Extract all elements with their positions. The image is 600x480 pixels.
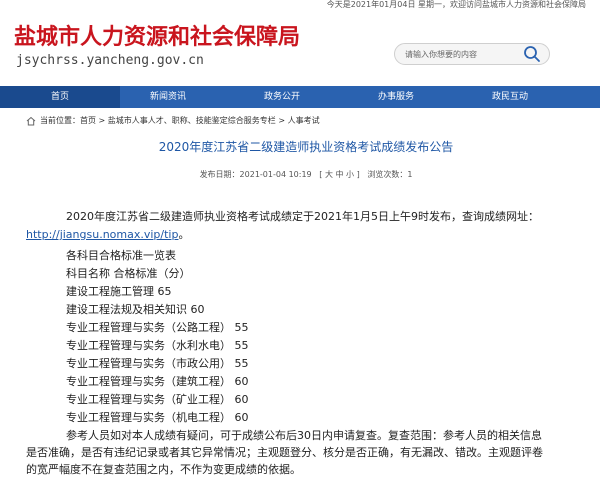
breadcrumb: 当前位置：首页 > 盐城市人事人才、职称、技能鉴定综合服务专栏 > 人事考试 (26, 114, 586, 132)
site-header: 盐城市人力资源和社会保障局 jsychrss.yancheng.gov.cn (0, 9, 600, 76)
breadcrumb-text[interactable]: 当前位置：首页 > 盐城市人事人才、职称、技能鉴定综合服务专栏 > 人事考试 (40, 115, 320, 126)
nav-item-gov-affairs[interactable]: 政务公开 (222, 86, 342, 108)
nav-item-home[interactable]: 首页 (0, 86, 120, 108)
standards-header-row: 科目名称 合格标准（分） (66, 267, 191, 280)
article-title: 2020年度江苏省二级建造师执业资格考试成绩发布公告 (158, 140, 454, 154)
score-query-link[interactable]: http://jiangsu.nomax.vip/tip (26, 228, 178, 241)
standard-row: 建设工程施工管理 65 (66, 285, 172, 298)
article-meta: 发布日期：2021-01-04 10:19 [ 大 中 小 ] 浏览次数：1 (199, 170, 413, 179)
home-icon (26, 116, 36, 126)
standard-row: 专业工程管理与实务（公路工程） 55 (66, 321, 249, 334)
nav-item-services[interactable]: 办事服务 (336, 86, 456, 108)
standard-row: 建设工程法规及相关知识 60 (66, 303, 205, 316)
search-input[interactable] (405, 47, 505, 61)
standard-row: 专业工程管理与实务（矿业工程） 60 (66, 393, 249, 406)
site-logo-url: jsychrss.yancheng.gov.cn (16, 53, 204, 68)
intro-paragraph: 2020年度江苏省二级建造师执业资格考试成绩定于2021年1月5日上午9时发布，… (26, 208, 551, 244)
standard-row: 专业工程管理与实务（建筑工程） 60 (66, 375, 249, 388)
main-content: 当前位置：首页 > 盐城市人事人才、职称、技能鉴定综合服务专栏 > 人事考试 2… (26, 114, 586, 476)
nav-item-interaction[interactable]: 政民互动 (450, 86, 570, 108)
nav-item-news[interactable]: 新闻资讯 (108, 86, 228, 108)
top-bar: 今天是2021年01月04日 星期一，欢迎访问盐城市人力资源和社会保障局 (0, 0, 600, 9)
standards-heading: 各科目合格标准一览表 (66, 249, 176, 262)
closing-paragraph: 参考人员如对本人成绩有疑问，可于成绩公布后30日内申请复查。复查范围：参考人员的… (26, 429, 543, 476)
standard-row: 专业工程管理与实务（水利水电） 55 (66, 339, 249, 352)
search-icon[interactable] (523, 45, 541, 63)
standard-row: 专业工程管理与实务（市政公用） 55 (66, 357, 249, 370)
site-logo-title[interactable]: 盐城市人力资源和社会保障局 (14, 19, 300, 51)
standard-row: 专业工程管理与实务（机电工程） 60 (66, 411, 249, 424)
intro-end: 。 (178, 228, 190, 241)
main-nav: 首页 新闻资讯 政务公开 办事服务 政民互动 (0, 86, 600, 108)
intro-text: 2020年度江苏省二级建造师执业资格考试成绩定于2021年1月5日上午9时发布，… (66, 210, 539, 223)
